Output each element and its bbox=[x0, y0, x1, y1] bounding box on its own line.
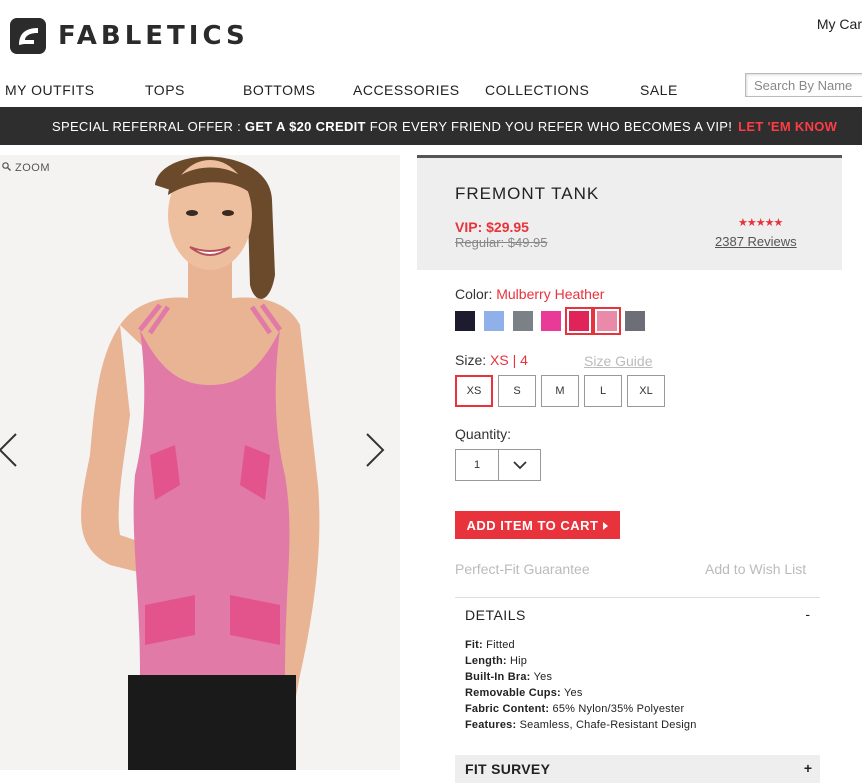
spec-key: Fit: bbox=[465, 639, 483, 651]
size-option-m[interactable]: M bbox=[541, 375, 579, 407]
my-cart-link[interactable]: My Car bbox=[817, 16, 862, 32]
spec-key: Removable Cups: bbox=[465, 687, 561, 699]
zoom-label: ZOOM bbox=[15, 162, 50, 174]
color-swatch[interactable] bbox=[565, 307, 593, 335]
product-photo bbox=[0, 155, 400, 770]
promo-cta-link[interactable]: LET 'EM KNOW bbox=[738, 119, 837, 134]
spec-row: Fabric Content: 65% Nylon/35% Polyester bbox=[465, 703, 684, 715]
search-input[interactable] bbox=[746, 74, 862, 96]
product-header-panel: FREMONT TANK VIP: $29.95 Regular: $49.95… bbox=[417, 155, 842, 270]
regular-price: Regular: $49.95 bbox=[455, 235, 548, 250]
magnifier-icon bbox=[2, 162, 11, 174]
spec-value: Seamless, Chafe-Resistant Design bbox=[516, 719, 697, 731]
spec-value: 65% Nylon/35% Polyester bbox=[549, 703, 685, 715]
product-image-gallery[interactable]: ZOOM bbox=[0, 155, 400, 770]
size-option-l[interactable]: L bbox=[584, 375, 622, 407]
nav-sale[interactable]: SALE bbox=[640, 82, 678, 98]
spec-row: Built-In Bra: Yes bbox=[465, 671, 552, 683]
spec-row: Features: Seamless, Chafe-Resistant Desi… bbox=[465, 719, 697, 731]
fit-survey-accordion-header[interactable]: FIT SURVEY + bbox=[455, 755, 820, 783]
nav-accessories[interactable]: ACCESSORIES bbox=[353, 82, 460, 98]
nav-collections[interactable]: COLLECTIONS bbox=[485, 82, 589, 98]
zoom-control[interactable]: ZOOM bbox=[2, 162, 50, 174]
color-swatch[interactable] bbox=[455, 311, 475, 331]
promo-credit: GET A $20 CREDIT bbox=[244, 118, 366, 134]
fit-survey-heading: FIT SURVEY bbox=[465, 761, 551, 777]
color-swatch[interactable] bbox=[484, 311, 504, 331]
spec-key: Fabric Content: bbox=[465, 703, 550, 715]
size-option-xl[interactable]: XL bbox=[627, 375, 665, 407]
size-label-text: Size: bbox=[455, 352, 491, 368]
spec-key: Built-In Bra: bbox=[465, 671, 531, 683]
caret-right-icon bbox=[603, 518, 609, 533]
vip-price: VIP: $29.95 bbox=[455, 219, 529, 235]
color-label: Color: Mulberry Heather bbox=[455, 286, 604, 302]
expand-icon[interactable]: + bbox=[804, 760, 812, 776]
quantity-label: Quantity: bbox=[455, 426, 512, 442]
fabletics-logo-icon bbox=[10, 18, 46, 54]
add-to-wishlist-link[interactable]: Add to Wish List bbox=[705, 561, 806, 577]
color-swatch[interactable] bbox=[625, 311, 645, 331]
spec-key: Length: bbox=[465, 655, 507, 667]
size-guide-link[interactable]: Size Guide bbox=[584, 353, 652, 369]
details-accordion-header[interactable]: DETAILS - bbox=[455, 597, 820, 633]
size-label: Size: XS | 4 bbox=[455, 352, 528, 368]
nav-my-outfits[interactable]: MY OUTFITS bbox=[5, 82, 95, 98]
add-to-cart-button[interactable]: ADD ITEM TO CART bbox=[455, 511, 620, 539]
collapse-icon[interactable]: - bbox=[805, 606, 810, 622]
reviews-link[interactable]: 2387 Reviews bbox=[715, 234, 797, 249]
chevron-down-icon[interactable] bbox=[499, 450, 540, 480]
color-swatch[interactable] bbox=[541, 311, 561, 331]
spec-row: Fit: Fitted bbox=[465, 639, 515, 651]
spec-value: Yes bbox=[560, 687, 583, 699]
search-box bbox=[745, 73, 862, 97]
color-swatch-selected[interactable] bbox=[593, 307, 621, 335]
size-option-xs[interactable]: XS bbox=[455, 375, 493, 407]
spec-value: Fitted bbox=[482, 639, 515, 651]
previous-image-arrow-icon[interactable] bbox=[0, 430, 20, 470]
next-image-arrow-icon[interactable] bbox=[363, 430, 389, 470]
color-label-text: Color: bbox=[455, 286, 497, 302]
spec-value: Yes bbox=[530, 671, 553, 683]
main-nav: MY OUTFITS TOPS BOTTOMS ACCESSORIES COLL… bbox=[0, 80, 862, 100]
spec-key: Features: bbox=[465, 719, 517, 731]
quantity-value: 1 bbox=[456, 450, 499, 480]
spec-value: Hip bbox=[506, 655, 528, 667]
spec-row: Length: Hip bbox=[465, 655, 527, 667]
selected-size-value: XS | 4 bbox=[490, 352, 528, 368]
add-to-cart-label: ADD ITEM TO CART bbox=[466, 517, 599, 533]
rating-stars-icon: ★★★★★ bbox=[738, 217, 783, 229]
product-title: FREMONT TANK bbox=[455, 184, 600, 203]
size-option-s[interactable]: S bbox=[498, 375, 536, 407]
nav-bottoms[interactable]: BOTTOMS bbox=[243, 82, 315, 98]
referral-promo-bar: SPECIAL REFERRAL OFFER : GET A $20 CREDI… bbox=[0, 107, 862, 145]
quantity-select[interactable]: 1 bbox=[455, 449, 541, 481]
promo-prefix: SPECIAL REFERRAL OFFER : bbox=[52, 118, 241, 134]
nav-tops[interactable]: TOPS bbox=[145, 82, 185, 98]
brand-name: FABLETICS bbox=[58, 21, 249, 51]
color-swatch[interactable] bbox=[513, 311, 533, 331]
promo-middle: FOR EVERY FRIEND YOU REFER WHO BECOMES A… bbox=[369, 118, 733, 134]
spec-row: Removable Cups: Yes bbox=[465, 687, 583, 699]
selected-color-value: Mulberry Heather bbox=[496, 286, 605, 302]
perfect-fit-guarantee-link[interactable]: Perfect-Fit Guarantee bbox=[455, 561, 590, 577]
brand-logo[interactable]: FABLETICS bbox=[10, 18, 249, 54]
details-heading: DETAILS bbox=[465, 607, 526, 623]
